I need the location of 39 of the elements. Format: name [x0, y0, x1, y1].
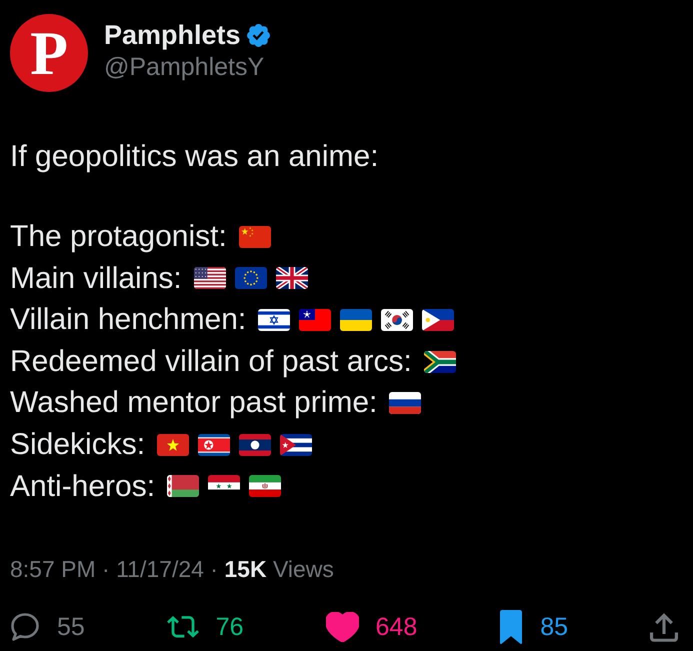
laos-flag-icon — [239, 434, 272, 456]
post-text-line: Redeemed villain of past arcs: — [10, 344, 412, 380]
belarus-flag-icon — [167, 475, 200, 498]
ukraine-flag-icon — [340, 309, 372, 332]
china-flag-icon — [238, 226, 271, 248]
post-timestamp-views: 8:57 PM · 11/17/24 · 15K Views — [10, 555, 335, 584]
south-korea-flag-icon — [381, 309, 414, 332]
usa-flag-icon — [194, 267, 226, 290]
author-handle: @PamphletsY — [104, 52, 266, 83]
russia-flag-icon — [389, 392, 422, 414]
author-name: Pamphlets — [104, 19, 241, 51]
post-text-line: Anti-heros: — [10, 468, 156, 505]
vietnam-flag-icon — [157, 434, 190, 456]
post-text-line: Sidekicks: — [10, 427, 146, 464]
share-button[interactable] — [650, 612, 678, 642]
post-text-line: Villain henchmen: — [10, 302, 246, 338]
iran-flag-icon — [249, 475, 282, 498]
eu-flag-icon — [234, 267, 267, 290]
heart-icon — [326, 612, 359, 642]
post-text-line: Washed mentor past prime: — [10, 385, 378, 422]
like-button[interactable]: 648 — [326, 612, 418, 642]
uk-flag-icon — [276, 267, 308, 290]
north-korea-flag-icon — [198, 434, 230, 456]
reply-button[interactable]: 55 — [10, 612, 85, 642]
share-icon — [650, 612, 678, 642]
repost-arrows-icon — [166, 615, 199, 640]
south-africa-flag-icon — [424, 350, 456, 373]
taiwan-flag-icon — [299, 309, 332, 332]
cuba-flag-icon — [280, 434, 312, 456]
speech-bubble-icon — [10, 612, 40, 642]
repost-button[interactable]: 76 — [166, 612, 244, 642]
avatar-logo: P — [10, 14, 88, 92]
israel-flag-icon — [258, 309, 290, 332]
post-text-line: Main villains: — [10, 260, 182, 297]
philippines-flag-icon — [422, 309, 454, 332]
bookmark-icon — [499, 610, 524, 644]
bookmark-button[interactable]: 85 — [499, 610, 568, 644]
post-text-line: The protagonist: — [10, 219, 227, 256]
post-text-line: If geopolitics was an anime: — [10, 139, 380, 175]
